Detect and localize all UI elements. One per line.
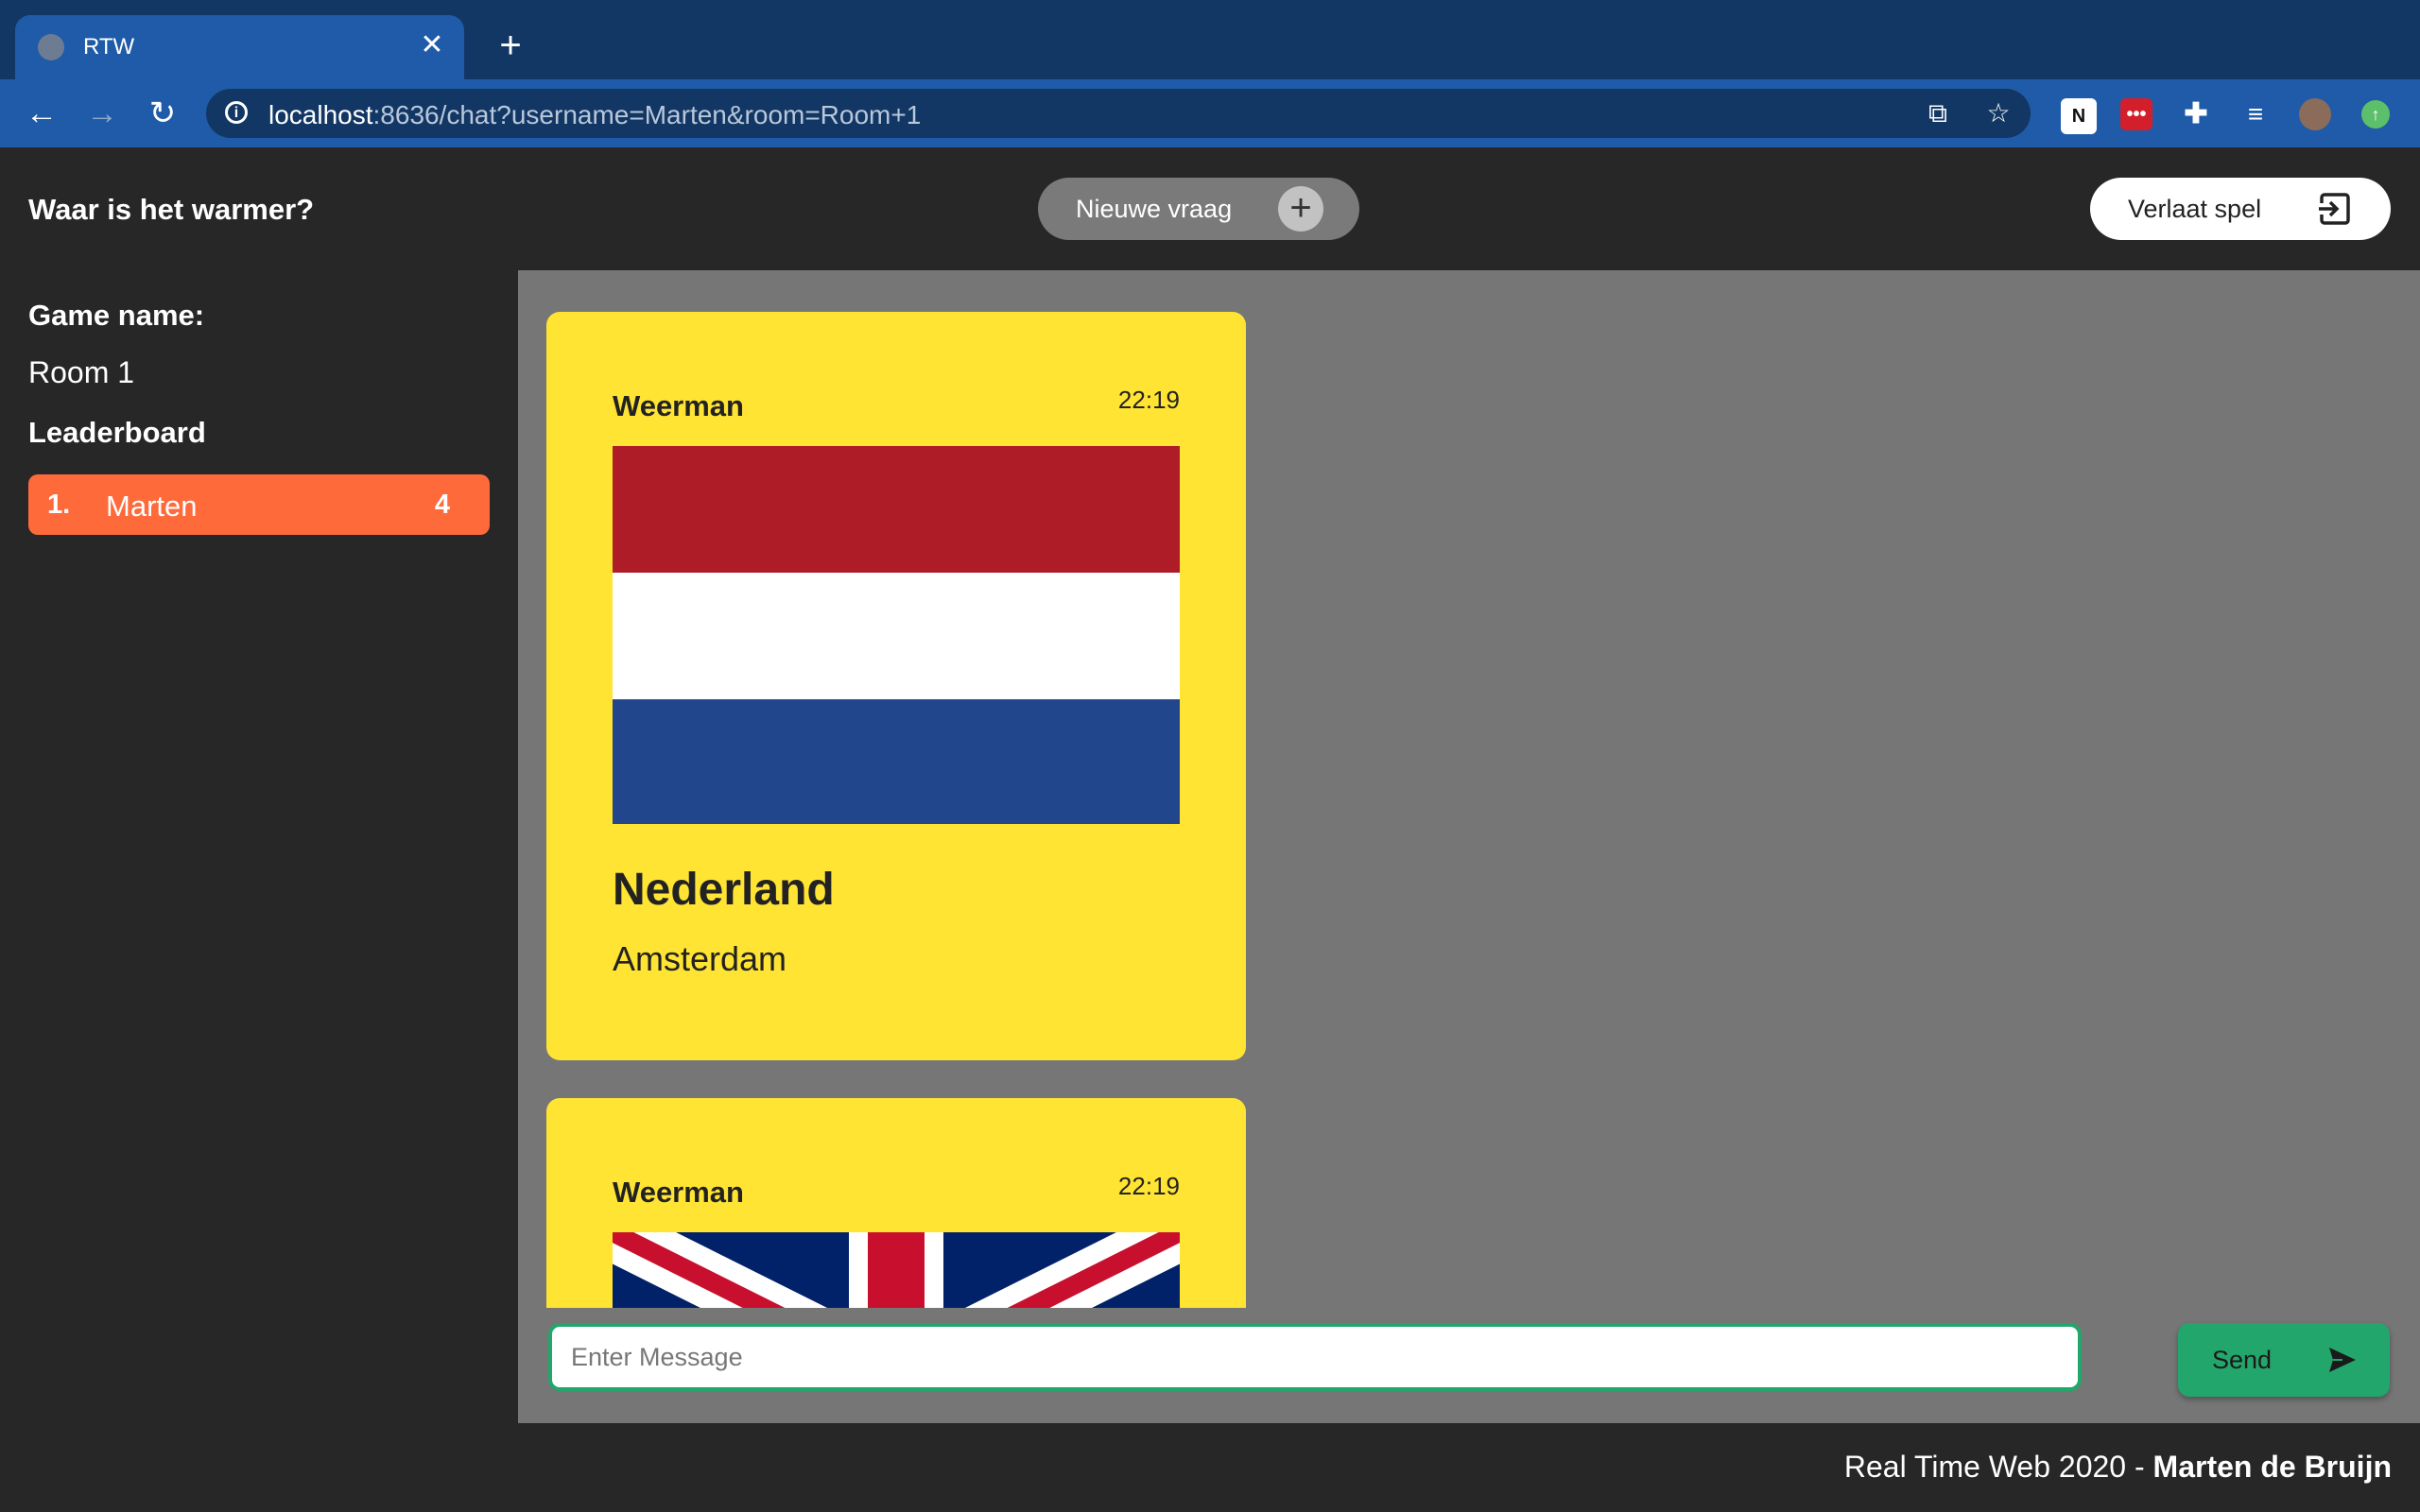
message-input[interactable] <box>548 1323 2082 1391</box>
close-tab-icon[interactable]: ✕ <box>413 26 451 64</box>
info-icon[interactable]: i <box>225 101 248 124</box>
notion-extension-icon[interactable]: N <box>2061 98 2097 134</box>
sidebar: Game name: Room 1 Leaderboard 1. Marten … <box>0 270 518 1423</box>
plus-icon: + <box>1278 186 1323 232</box>
send-icon <box>2329 1348 2356 1372</box>
reload-icon[interactable]: ↻ <box>140 91 185 136</box>
leaderboard-rank: 1. <box>47 490 71 520</box>
leaderboard-score: 4 <box>434 490 450 520</box>
tab-title: RTW <box>83 34 135 60</box>
new-tab-icon[interactable]: + <box>488 25 533 70</box>
address-bar[interactable]: i localhost:8636/chat?username=Marten&ro… <box>206 89 2031 138</box>
send-button[interactable]: Send <box>2178 1323 2390 1397</box>
update-icon[interactable]: ↑ <box>2361 100 2390 129</box>
new-question-label: Nieuwe vraag <box>1076 195 1233 223</box>
united-kingdom-flag <box>613 1232 1180 1308</box>
new-question-button[interactable]: Nieuwe vraag + <box>1038 178 1359 240</box>
browser-tab[interactable]: RTW ✕ <box>15 15 464 79</box>
browser-toolbar: ← → ↻ i localhost:8636/chat?username=Mar… <box>0 79 2420 147</box>
leaderboard-row: 1. Marten 4 <box>28 474 490 535</box>
page-title: Waar is het warmer? <box>28 193 315 226</box>
media-queue-icon[interactable]: ≡ <box>2239 98 2272 130</box>
message-author: Weerman <box>613 389 744 422</box>
message-card: Weerman 22:19 <box>546 1098 1246 1308</box>
profile-avatar[interactable] <box>2299 98 2331 130</box>
back-icon[interactable]: ← <box>19 91 64 136</box>
url-host: localhost <box>268 100 373 129</box>
message-country: Nederland <box>613 865 835 915</box>
netherlands-flag <box>613 446 1180 824</box>
flag-stripe-blue <box>613 699 1180 824</box>
globe-icon <box>38 34 64 60</box>
message-list[interactable]: Weerman 22:19 Nederland Amsterdam Weerma… <box>518 270 2420 1308</box>
open-external-icon[interactable]: ⧉ <box>1923 98 1953 129</box>
leave-game-label: Verlaat spel <box>2128 195 2262 223</box>
browser-tabstrip: RTW ✕ + <box>0 0 2420 79</box>
flag-stripe-white <box>613 573 1180 699</box>
leaderboard-player-name: Marten <box>106 490 198 523</box>
extensions-puzzle-icon[interactable]: ✚ <box>2180 98 2212 130</box>
bookmark-star-icon[interactable]: ☆ <box>1983 98 2014 129</box>
message-composer: Send <box>518 1308 2420 1423</box>
footer-text: Real Time Web 2020 - <box>1843 1450 2153 1484</box>
message-city: Amsterdam <box>613 939 787 978</box>
lastpass-extension-icon[interactable]: ••• <box>2120 98 2152 130</box>
flag-stripe-red <box>613 446 1180 573</box>
exit-icon <box>2317 193 2350 225</box>
message-time: 22:19 <box>1117 386 1180 414</box>
message-card: Weerman 22:19 Nederland Amsterdam <box>546 312 1246 1060</box>
leave-game-button[interactable]: Verlaat spel <box>2090 178 2391 240</box>
app-header: Waar is het warmer? Nieuwe vraag + Verla… <box>0 147 2420 270</box>
footer-author: Marten de Bruijn <box>2152 1450 2392 1484</box>
leaderboard-heading: Leaderboard <box>28 416 206 449</box>
message-author: Weerman <box>613 1176 744 1209</box>
url-text[interactable]: localhost:8636/chat?username=Marten&room… <box>268 100 921 130</box>
game-name-label: Game name: <box>28 299 205 332</box>
message-time: 22:19 <box>1117 1172 1180 1200</box>
url-path: :8636/chat?username=Marten&room=Room+1 <box>372 100 922 129</box>
forward-icon[interactable]: → <box>79 91 125 136</box>
game-name-value: Room 1 <box>28 355 135 389</box>
footer: Real Time Web 2020 - Marten de Bruijn <box>0 1423 2420 1512</box>
send-label: Send <box>2212 1346 2273 1374</box>
footer-credit: Real Time Web 2020 - Marten de Bruijn <box>1844 1450 2392 1485</box>
chat-area: Weerman 22:19 Nederland Amsterdam Weerma… <box>518 270 2420 1423</box>
